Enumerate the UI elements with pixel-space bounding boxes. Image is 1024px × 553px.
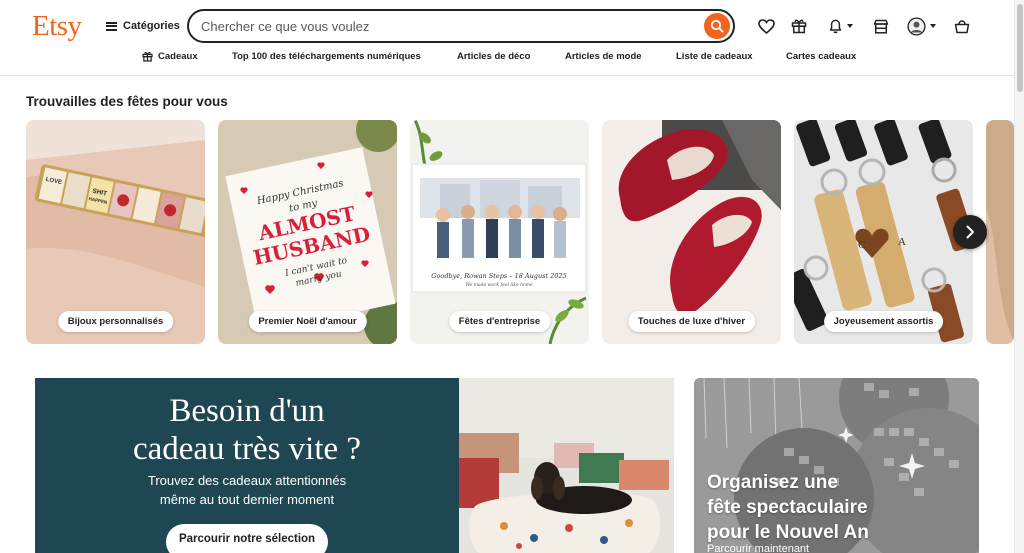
etsy-logo[interactable]: Etsy [32, 10, 82, 43]
scrollbar-thumb[interactable] [1017, 4, 1023, 92]
caricature-caption: Goodbye, Rowan Steps – 18 August 2025 [431, 272, 566, 280]
card-partial[interactable] [986, 120, 1014, 344]
browse-selection-button[interactable]: Parcourir notre sélection [166, 524, 328, 553]
dog-gifts-image [459, 378, 674, 553]
categories-label: Catégories [123, 20, 180, 32]
card-corporate-events[interactable]: Goodbye, Rowan Steps – 18 August 2025 We… [410, 120, 589, 344]
notifications-button[interactable] [823, 15, 857, 37]
card-first-christmas[interactable]: Happy Christmas to my ALMOST HUSBAND I c… [218, 120, 397, 344]
nav-item-gifts[interactable]: Cadeaux [142, 51, 198, 62]
promo-title-line: cadeau très vite ? [132, 431, 362, 467]
search-icon [710, 19, 724, 33]
shop-manager-button[interactable] [871, 15, 891, 37]
nav-item-fashion[interactable]: Articles de mode [565, 51, 642, 62]
promo-subtitle-line: Trouvez des cadeaux attentionnés [147, 473, 347, 488]
category-nav: Cadeaux Top 100 des téléchargements numé… [0, 51, 1024, 67]
search-bar [187, 9, 735, 43]
nav-item-top-downloads[interactable]: Top 100 des téléchargements numériques [232, 51, 421, 62]
nav-item-home-decor[interactable]: Articles de déco [457, 51, 530, 62]
menu-icon [106, 21, 117, 31]
new-year-title-line: fête spectaculaire [707, 497, 868, 518]
caricature-subcaption: We made work feel like home [465, 282, 533, 288]
cart-icon [954, 19, 970, 33]
search-input[interactable] [201, 17, 691, 35]
keyring-letter: C [858, 239, 865, 251]
card-personalized-jewelry[interactable]: LOVE SHIT HAPPEN Bijoux personnalisés [26, 120, 205, 344]
partial-card-image [986, 120, 1014, 344]
card-label: Joyeusement assortis [823, 311, 944, 332]
gift-icon [142, 52, 153, 62]
new-year-title-line: Organisez une [707, 472, 838, 493]
card-label: Premier Noël d'amour [248, 311, 367, 332]
promo-banner: Besoin d'un cadeau très vite ? Trouvez d… [35, 378, 459, 553]
card-winter-luxury[interactable]: Touches de luxe d'hiver [602, 120, 781, 344]
card-matching-gifts[interactable]: C A Joyeusement assortis [794, 120, 973, 344]
promo-image [459, 378, 674, 553]
chevron-right-icon [966, 225, 974, 239]
carousel-next-button[interactable] [953, 215, 987, 249]
cart-button[interactable] [952, 15, 972, 37]
search-button[interactable] [704, 13, 730, 39]
promo-title: Besoin d'un cadeau très vite ? [35, 392, 459, 468]
avatar-icon [906, 16, 926, 36]
nav-item-registry[interactable]: Liste de cadeaux [676, 51, 753, 62]
promo-subtitle-line: même au tout dernier moment [159, 492, 335, 507]
categories-button[interactable]: Catégories [106, 17, 180, 35]
keyring-letter: A [898, 236, 906, 248]
chevron-down-icon [929, 24, 936, 28]
chevron-down-icon [846, 24, 853, 28]
gift-icon [791, 19, 807, 34]
favorites-button[interactable] [756, 15, 776, 37]
account-button[interactable] [904, 15, 938, 37]
card-label: Fêtes d'entreprise [448, 311, 551, 332]
browse-now-link[interactable]: Parcourir maintenant [707, 543, 809, 553]
nav-item-gift-cards[interactable]: Cartes cadeaux [786, 51, 856, 62]
shop-icon [873, 19, 889, 34]
new-year-title-line: pour le Nouvel An [707, 522, 869, 543]
new-year-promo[interactable]: Organisez une fête spectaculaire pour le… [694, 378, 979, 553]
bell-icon [829, 19, 841, 34]
new-year-title: Organisez une fête spectaculaire pour le… [707, 470, 907, 545]
section-title: Trouvailles des fêtes pour vous [26, 94, 228, 109]
card-label: Bijoux personnalisés [57, 311, 174, 332]
page-scrollbar[interactable] [1014, 0, 1024, 553]
promo-subtitle: Trouvez des cadeaux attentionnés même au… [35, 471, 459, 509]
site-header: Etsy Catégories Cadeaux Top 100 des télé… [0, 0, 1024, 76]
card-label: Touches de luxe d'hiver [627, 311, 756, 332]
heart-icon [757, 18, 775, 34]
gift-mode-button[interactable] [789, 15, 809, 37]
nav-item-label: Cadeaux [158, 51, 198, 62]
promo-title-line: Besoin d'un [169, 393, 325, 429]
